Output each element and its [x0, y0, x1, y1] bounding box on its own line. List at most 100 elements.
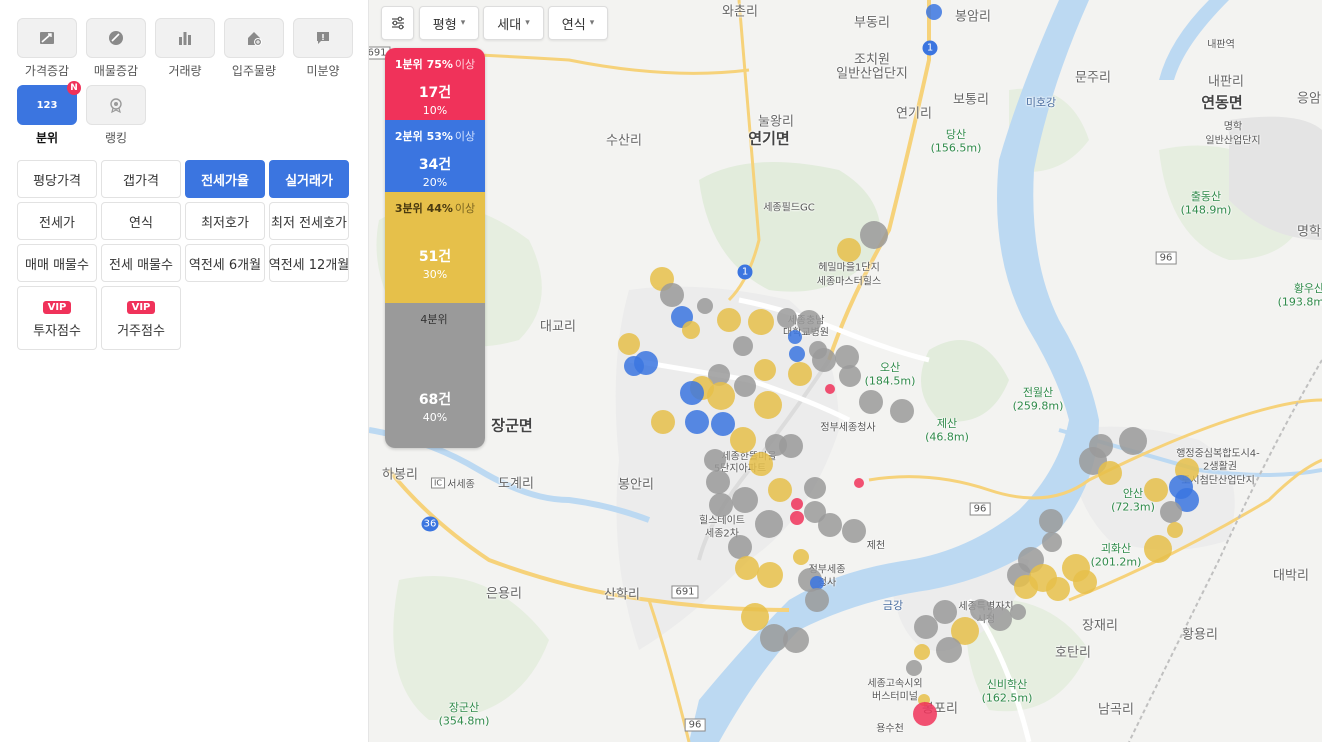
medal-icon [86, 85, 146, 125]
apartment-marker [788, 330, 802, 344]
vip-label: 거주점수 [117, 324, 165, 339]
apartment-marker [1119, 427, 1147, 455]
option-gap-price[interactable]: 갭가격 [101, 160, 181, 198]
apartment-marker [757, 562, 783, 588]
category-trade-volume[interactable]: 거래량 [155, 18, 215, 79]
option-jeonse-listings[interactable]: 전세 매물수 [101, 244, 181, 282]
apartment-marker [1098, 461, 1122, 485]
legend-q3-header[interactable]: 3분위 44% 이상 [385, 192, 485, 223]
apartment-marker [859, 390, 883, 414]
option-reverse-jeonse-6m[interactable]: 역전세 6개월 [185, 244, 265, 282]
apartment-marker [805, 588, 829, 612]
legend-percent: 10% [422, 104, 448, 117]
apartment-marker [748, 309, 774, 335]
legend-sub: 이상 [454, 201, 476, 215]
apartment-marker [790, 511, 804, 525]
apartment-marker [789, 346, 805, 362]
alert-message-icon [293, 18, 353, 58]
house-plus-icon [224, 18, 284, 58]
legend-q4-header[interactable]: 4분위 [385, 303, 485, 334]
option-jeonse-price[interactable]: 전세가 [17, 202, 97, 240]
option-sale-listings[interactable]: 매매 매물수 [17, 244, 97, 282]
option-price-per-pyeong[interactable]: 평당가격 [17, 160, 97, 198]
option-lowest-jeonse-ask[interactable]: 최저 전세호가 [269, 202, 349, 240]
apartment-marker [755, 510, 783, 538]
apartment-marker [768, 478, 792, 502]
apartment-marker [812, 348, 836, 372]
option-reverse-jeonse-12m[interactable]: 역전세 12개월 [269, 244, 349, 282]
sidebar-panel: 가격증감 매물증감 거래량 입주물량 미분양 123 N 분위 랭킹 평당가격 … [0, 0, 369, 742]
vip-label: 투자점수 [33, 324, 81, 339]
apartment-marker [733, 336, 753, 356]
dropdown-households[interactable]: 세대 ▾ [483, 6, 544, 40]
listing-trend-icon [86, 18, 146, 58]
apartment-marker [779, 434, 803, 458]
apartment-marker [837, 238, 861, 262]
apartment-marker [711, 412, 735, 436]
apartment-marker [835, 345, 859, 369]
legend-q1-header[interactable]: 1분위 75% 이상 [385, 48, 485, 79]
apartment-marker [707, 382, 735, 410]
apartment-marker [988, 607, 1012, 631]
vip-investment-score-button[interactable]: VIP 투자점수 [17, 286, 97, 350]
vip-residence-score-button[interactable]: VIP 거주점수 [101, 286, 181, 350]
apartment-marker [732, 487, 758, 513]
category-ranking[interactable]: 랭킹 [86, 85, 146, 146]
number-123-icon: 123 N [17, 81, 81, 125]
apartment-marker [818, 513, 842, 537]
apartment-marker [890, 399, 914, 423]
apartment-marker [793, 549, 809, 565]
category-price-trend[interactable]: 가격증감 [17, 18, 77, 79]
apartment-marker [624, 356, 644, 376]
chevron-down-icon: ▾ [525, 18, 530, 28]
legend-percent: 20% [422, 176, 448, 189]
map-canvas[interactable]: 와촌리 부동리 봉암리 내판역 조치원 일반산업단지 문주리 내판리 응암 보통… [369, 0, 1322, 742]
apartment-marker [1144, 478, 1168, 502]
vip-tag: VIP [42, 301, 72, 314]
option-building-age[interactable]: 연식 [101, 202, 181, 240]
filter-settings-button[interactable] [381, 6, 414, 40]
apartment-marker [1144, 535, 1172, 563]
apartment-marker [933, 600, 957, 624]
apartment-marker [618, 333, 640, 355]
option-jeonse-ratio[interactable]: 전세가율 [185, 160, 265, 198]
apartment-marker [914, 615, 938, 639]
option-actual-price[interactable]: 실거래가 [269, 160, 349, 198]
apartment-marker [754, 359, 776, 381]
apartment-marker [651, 410, 675, 434]
category-quartile[interactable]: 123 N 분위 [17, 81, 81, 146]
category-label: 랭킹 [104, 131, 128, 145]
apartment-marker [697, 298, 713, 314]
legend-head: 2분위 53% [394, 129, 453, 143]
apartment-marker [936, 637, 962, 663]
category-unsold[interactable]: 미분양 [293, 18, 353, 79]
apartment-marker [685, 410, 709, 434]
apartment-marker [1014, 575, 1038, 599]
legend-q2-header[interactable]: 2분위 53% 이상 [385, 120, 485, 151]
category-supply[interactable]: 입주물량 [224, 18, 284, 79]
dropdown-area[interactable]: 평형 ▾ [419, 6, 479, 40]
apartment-marker [741, 603, 769, 631]
dropdown-label: 연식 [561, 17, 586, 33]
legend-head: 3분위 44% [394, 201, 453, 215]
option-lowest-ask[interactable]: 최저호가 [185, 202, 265, 240]
apartment-marker [728, 535, 752, 559]
legend-head: 4분위 [420, 312, 448, 326]
legend-sub: 이상 [454, 129, 476, 143]
dropdown-building-age[interactable]: 연식 ▾ [548, 6, 608, 40]
apartment-marker [1167, 522, 1183, 538]
apartment-marker [682, 321, 700, 339]
legend-percent: 30% [422, 267, 448, 281]
legend-count: 68건 [418, 392, 452, 408]
apartment-marker [1039, 509, 1063, 533]
apartment-marker [1046, 577, 1070, 601]
apartment-marker [749, 452, 773, 476]
price-trend-icon [17, 18, 77, 58]
apartment-marker [906, 660, 922, 676]
sliders-icon [391, 16, 404, 30]
apartment-marker [660, 283, 684, 307]
apartment-marker [777, 308, 797, 328]
apartment-marker [709, 493, 733, 517]
category-listing-trend[interactable]: 매물증감 [86, 18, 146, 79]
apartment-marker [1073, 570, 1097, 594]
